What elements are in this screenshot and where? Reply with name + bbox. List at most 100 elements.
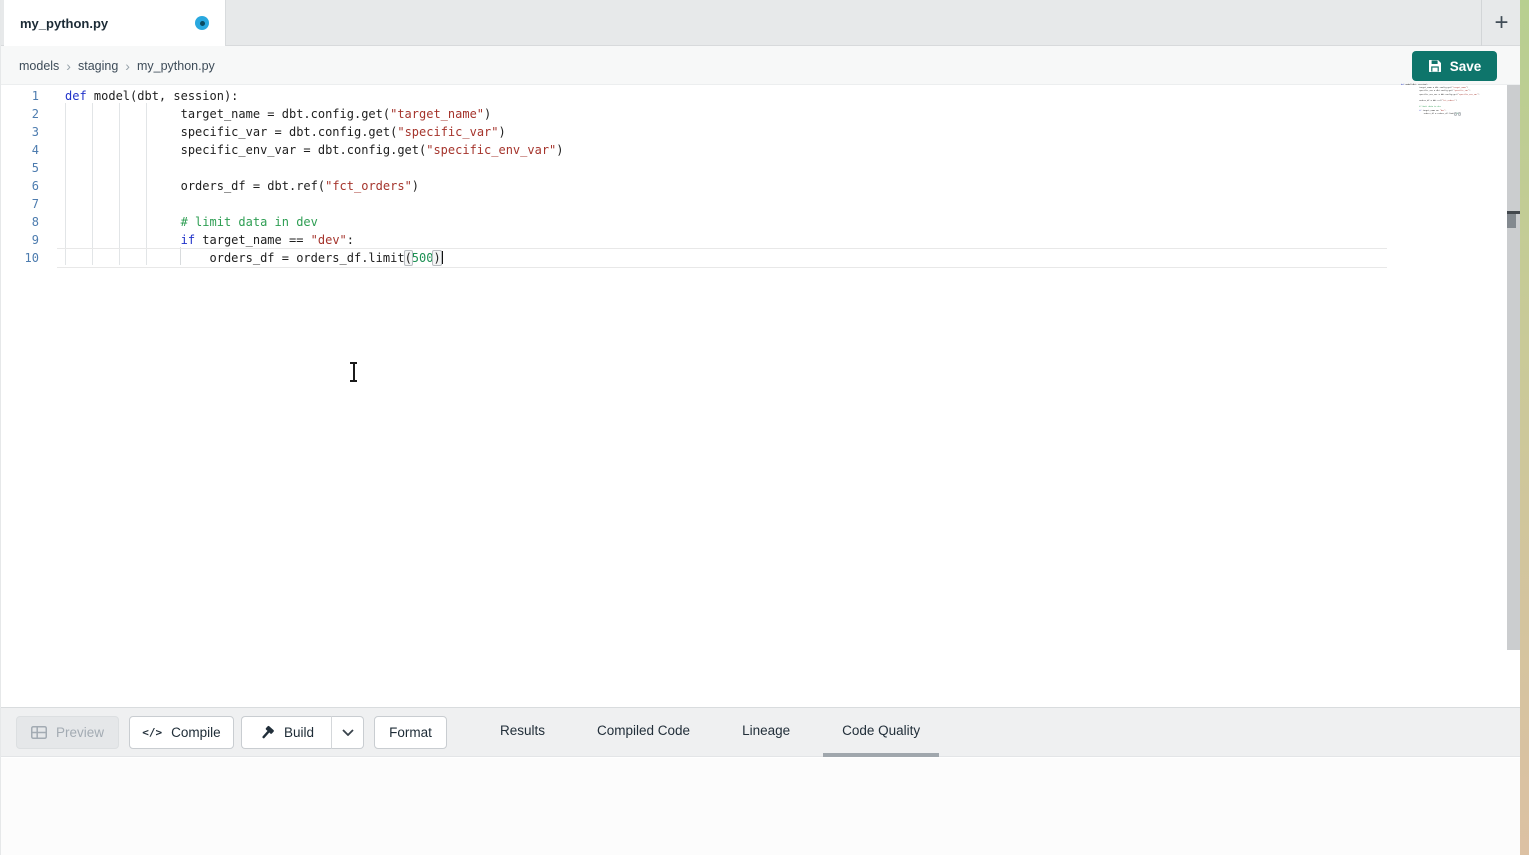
code-line[interactable]: orders_df = orders_df.limit(500) [57, 249, 1387, 267]
code-editor[interactable]: 12345678910 def model(dbt, session): tar… [1, 85, 1521, 707]
tab-lineage[interactable]: Lineage [723, 708, 809, 757]
editor-header: models › staging › my_python.py Save [1, 46, 1521, 85]
minimap-line: orders_df = orders_df.limit(500) [1401, 113, 1473, 116]
code-token: "specific_var" [397, 125, 498, 139]
code-token: "fct_orders" [325, 179, 412, 193]
code-token: ) [433, 251, 440, 265]
line-number: 6 [1, 177, 49, 195]
code-token: model(dbt, session): [1404, 84, 1428, 86]
breadcrumb: models › staging › my_python.py [19, 46, 215, 85]
line-number: 5 [1, 159, 49, 177]
line-number: 9 [1, 231, 49, 249]
code-token: orders_df = dbt.ref( [1401, 100, 1442, 102]
code-token: ) [1469, 90, 1470, 92]
code-token: def [65, 89, 87, 103]
compile-button[interactable]: </> Compile [129, 716, 234, 749]
editor-caret [441, 251, 443, 264]
tab-compiled-code[interactable]: Compiled Code [578, 708, 709, 757]
desktop-edge-strip [1520, 0, 1529, 855]
build-button[interactable]: Build [241, 716, 331, 749]
code-token: specific_var = dbt.config.get( [65, 125, 397, 139]
breadcrumb-item-file[interactable]: my_python.py [137, 59, 215, 73]
tab-compiled-code-label: Compiled Code [597, 723, 690, 738]
format-button-label: Format [389, 725, 432, 740]
tab-code-quality[interactable]: Code Quality [823, 708, 939, 757]
compile-button-label: Compile [171, 725, 221, 740]
line-number: 2 [1, 105, 49, 123]
code-token: target_name = dbt.config.get( [65, 107, 390, 121]
code-token [65, 233, 181, 247]
code-token: target_name == [1422, 110, 1440, 112]
code-token: # limit data in dev [1419, 106, 1441, 108]
code-token: specific_env_var = dbt.config.get( [1401, 94, 1458, 96]
code-token: specific_var = dbt.config.get( [1401, 90, 1453, 92]
code-line[interactable]: if target_name == "dev": [57, 231, 1387, 249]
build-options-dropdown[interactable] [331, 716, 364, 749]
code-token: "target_name" [390, 107, 484, 121]
code-minimap[interactable]: def model(dbt, session): target_name = d… [1401, 84, 1473, 116]
chevron-right-icon: › [125, 58, 130, 74]
unsaved-changes-icon [195, 16, 209, 30]
code-token [1401, 106, 1419, 108]
code-token: ) [1478, 94, 1479, 96]
vertical-scrollbar-thumb[interactable] [1507, 214, 1516, 228]
code-token [1401, 110, 1419, 112]
table-grid-icon [31, 726, 47, 739]
code-line[interactable]: target_name = dbt.config.get("target_nam… [57, 105, 1387, 123]
tab-results[interactable]: Results [481, 708, 564, 757]
code-token: orders_df = orders_df.limit [65, 251, 405, 265]
code-quality-panel [1, 758, 1521, 855]
code-brackets-icon: </> [142, 726, 162, 739]
line-number: 1 [1, 87, 49, 105]
code-token: target_name = dbt.config.get( [1401, 87, 1452, 89]
main-window: my_python.py + models › staging › my_pyt… [0, 0, 1520, 855]
line-number: 4 [1, 141, 49, 159]
breadcrumb-item-staging[interactable]: staging [78, 59, 118, 73]
code-token: target_name == [195, 233, 311, 247]
code-token: : [347, 233, 354, 247]
code-token: "specific_env_var" [426, 143, 556, 157]
vertical-scrollbar-track[interactable] [1507, 85, 1521, 650]
code-line[interactable]: # limit data in dev [57, 213, 1387, 231]
chevron-down-icon [342, 729, 354, 736]
code-token: orders_df = orders_df.limit [1401, 113, 1455, 115]
code-line[interactable]: def model(dbt, session): [57, 87, 1387, 105]
file-tab-label: my_python.py [20, 16, 108, 31]
code-content[interactable]: def model(dbt, session): target_name = d… [57, 87, 1387, 267]
code-line[interactable]: orders_df = dbt.ref("fct_orders") [57, 177, 1387, 195]
line-number: 3 [1, 123, 49, 141]
code-token: ) [499, 125, 506, 139]
preview-button[interactable]: Preview [16, 716, 119, 749]
code-token: ) [1456, 100, 1457, 102]
result-panel-tabs: Results Compiled Code Lineage Code Quali… [481, 708, 953, 757]
build-split-button: Build [241, 716, 364, 749]
file-tab-my-python[interactable]: my_python.py [4, 0, 226, 46]
code-token: ) [484, 107, 491, 121]
code-token: : [1445, 110, 1446, 112]
save-button[interactable]: Save [1412, 51, 1497, 81]
format-button[interactable]: Format [374, 716, 447, 749]
action-toolbar: Preview </> Compile Bui [1, 707, 1521, 757]
dbt-ide-window: my_python.py + models › staging › my_pyt… [0, 0, 1529, 855]
code-line[interactable]: specific_env_var = dbt.config.get("speci… [57, 141, 1387, 159]
new-tab-button[interactable]: + [1481, 0, 1521, 46]
code-token: model(dbt, session): [87, 89, 239, 103]
file-tab-bar: my_python.py + [1, 0, 1521, 46]
code-token: ) [1467, 87, 1468, 89]
code-token: specific_env_var = dbt.config.get( [65, 143, 426, 157]
code-line[interactable] [57, 195, 1387, 213]
code-token: ) [1459, 113, 1460, 115]
code-token: ) [556, 143, 563, 157]
code-line[interactable] [57, 159, 1387, 177]
code-token: if [181, 233, 195, 247]
code-token: # limit data in dev [181, 215, 318, 229]
code-token: orders_df = dbt.ref( [65, 179, 325, 193]
code-token: "specific_var" [1453, 90, 1469, 92]
code-token: ( [405, 251, 412, 265]
code-token: ) [412, 179, 419, 193]
minimap-line: specific_env_var = dbt.config.get("speci… [1401, 94, 1473, 97]
line-number-gutter: 12345678910 [1, 87, 49, 267]
code-line[interactable]: specific_var = dbt.config.get("specific_… [57, 123, 1387, 141]
tab-code-quality-label: Code Quality [842, 723, 920, 738]
breadcrumb-item-models[interactable]: models [19, 59, 59, 73]
